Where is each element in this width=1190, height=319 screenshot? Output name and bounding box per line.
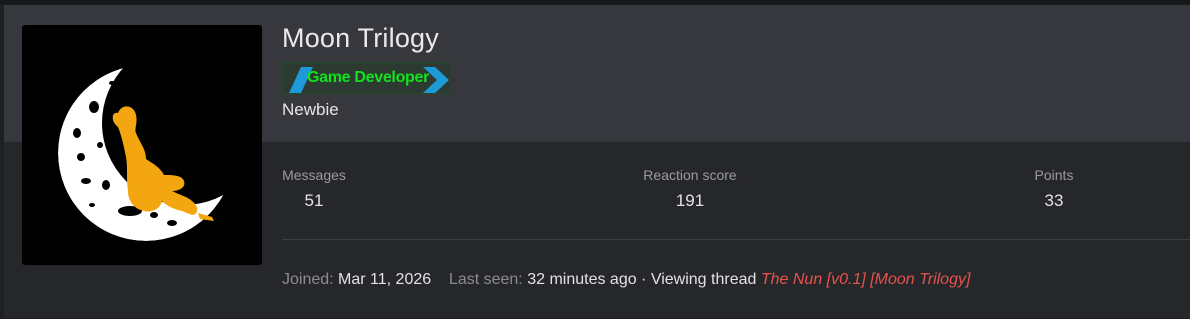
stat-points[interactable]: Points 33 — [1031, 167, 1077, 211]
thread-link[interactable]: The Nun [v0.1] [Moon Trilogy] — [761, 271, 971, 288]
stat-value: 51 — [304, 191, 324, 210]
joined-date: Mar 11, 2026 — [338, 271, 432, 288]
username[interactable]: Moon Trilogy — [282, 23, 439, 54]
stat-label: Reaction score — [643, 167, 737, 183]
last-seen-label: Last seen: — [448, 271, 523, 288]
user-banner: Game Developer — [282, 62, 452, 94]
stat-reaction-score[interactable]: Reaction score 191 — [640, 167, 740, 211]
stat-value: 191 — [675, 191, 705, 210]
profile-page: Moon Trilogy Game Developer Newbie Messa… — [0, 0, 1190, 319]
avatar[interactable] — [22, 25, 262, 265]
stat-messages[interactable]: Messages 51 — [282, 167, 346, 211]
user-title: Newbie — [282, 100, 339, 119]
member-footer: Joined: Mar 11, 2026 Last seen: 32 minut… — [282, 271, 970, 289]
stat-label: Messages — [282, 167, 346, 183]
separator: · — [636, 271, 651, 288]
stat-label: Points — [1034, 167, 1074, 183]
last-seen-value: 32 minutes ago — [527, 271, 637, 288]
activity-text: Viewing thread — [650, 271, 757, 288]
moon-girl-icon — [58, 65, 234, 241]
stat-value: 33 — [1044, 191, 1064, 210]
divider — [282, 239, 1190, 240]
joined-label: Joined: — [282, 271, 334, 288]
banner-text: Game Developer — [306, 69, 430, 86]
member-card: Moon Trilogy Game Developer Newbie Messa… — [4, 5, 1190, 318]
